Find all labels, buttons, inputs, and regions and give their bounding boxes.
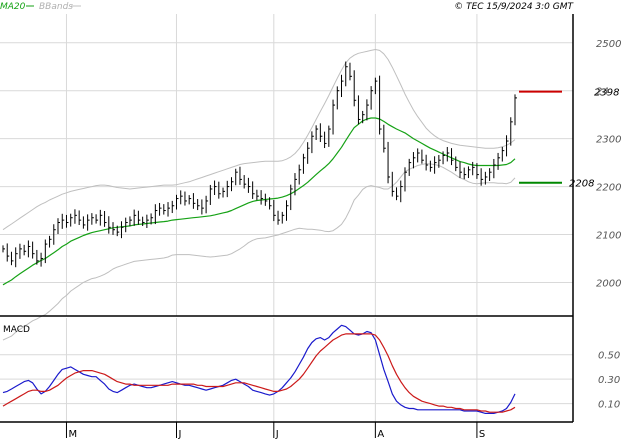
price-tick-label: 24 — [596, 87, 609, 98]
price-tick-label: 2500 — [596, 39, 621, 50]
macd-panel-title: MACD — [3, 325, 30, 335]
legend-ma20: MA20 — [0, 2, 26, 12]
price-tick-label: 2200 — [596, 183, 621, 194]
month-label: M — [68, 429, 77, 440]
macd-tick-label: 0.50 — [598, 351, 620, 362]
chart-root: 2398 2208 2000 2100 2200 2300 24 2500 0.10 0.30… — [0, 0, 627, 440]
macd-tick-label: 0.10 — [598, 400, 620, 411]
legend-bbands: BBands — [39, 2, 73, 12]
chart-background — [0, 0, 627, 440]
macd-axis-labels: 0.10 0.30 0.50 — [598, 351, 620, 411]
month-label: A — [377, 429, 384, 440]
price-tick-label: 2000 — [596, 278, 621, 289]
price-tick-label: 2300 — [596, 135, 621, 146]
macd-tick-label: 0.30 — [598, 375, 620, 386]
price-tick-label: 2100 — [596, 231, 621, 242]
copyright-text: © TEC 15/9/2024 3:0 GMT — [454, 2, 574, 12]
month-label: S — [479, 429, 485, 440]
month-label: J — [275, 429, 279, 440]
chart-canvas: 23982208 2000210022002300242500 0.100.30… — [0, 0, 627, 440]
month-label: J — [177, 429, 181, 440]
